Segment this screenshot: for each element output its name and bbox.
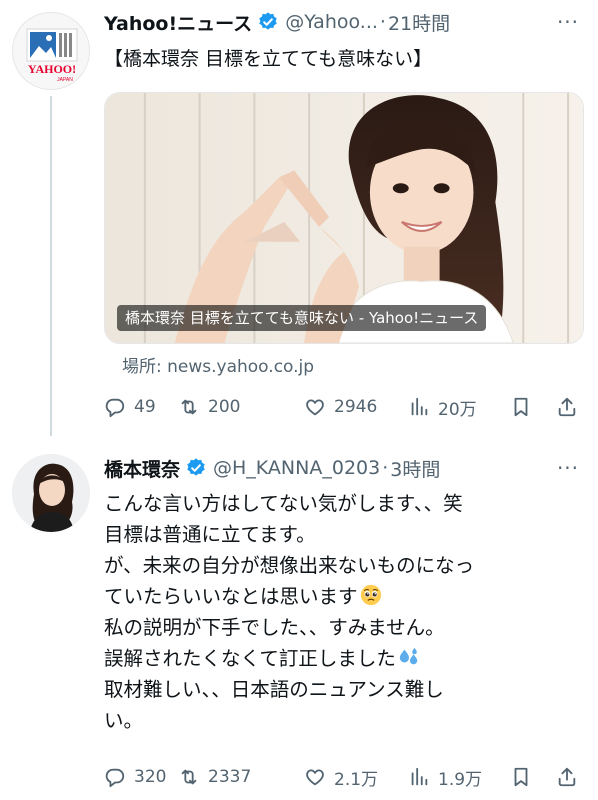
retweet-button[interactable]: 2337 xyxy=(178,762,251,792)
views-button[interactable]: 20万 xyxy=(408,392,477,422)
retweet-icon xyxy=(181,399,197,415)
avatar[interactable]: YAHOO! JAPAN xyxy=(12,12,90,90)
retweet-count: 2337 xyxy=(208,767,252,787)
retweet-count: 200 xyxy=(208,397,241,417)
bookmark-icon xyxy=(514,397,528,417)
analytics-icon xyxy=(411,767,428,786)
tweet-line: こんな言い方はしてない気がします、、笑 xyxy=(104,492,463,515)
tweet-header: 橋本環奈 @H_KANNA_0203 · 3時間 ··· xyxy=(104,454,586,482)
tweet-line-with-emoji: ていたらいいなとは思います xyxy=(104,581,574,612)
bookmark-button[interactable] xyxy=(510,392,532,422)
view-count: 20万 xyxy=(438,399,477,420)
reply-button[interactable]: 320 xyxy=(104,762,166,792)
like-button[interactable]: 2946 xyxy=(304,392,377,422)
action-bar: 320 2337 2.1万 1.9万 xyxy=(104,762,586,792)
verified-badge-icon xyxy=(259,12,277,30)
card-caption: 橋本環奈 目標を立てても意味ない - Yahoo!ニュース xyxy=(117,305,487,331)
author-handle[interactable]: @H_KANNA_0203 xyxy=(213,457,380,479)
svg-text:JAPAN: JAPAN xyxy=(57,77,73,83)
bookmark-icon xyxy=(514,767,528,787)
tweet-line: 目標は普通に立てます。 xyxy=(104,523,316,546)
reply-button[interactable]: 49 xyxy=(104,392,156,422)
tweet-line-text: ていたらいいなとは思います xyxy=(104,585,358,608)
tweet-line: が、未来の自分が想像出来ないものになっ xyxy=(104,554,475,577)
profile-photo xyxy=(12,454,90,532)
tweet-line: い。 xyxy=(104,709,144,732)
tweet-line-with-emoji: 誤解されたくなくて訂正しました xyxy=(104,643,574,674)
tweet-line-text: 誤解されたくなくて訂正しました xyxy=(104,647,396,670)
separator-dot: · xyxy=(379,11,386,33)
analytics-icon xyxy=(411,397,428,416)
tweet-line: 私の説明が下手でした、、すみません。 xyxy=(104,616,445,639)
tweet-reply-hashimoto[interactable]: 橋本環奈 @H_KANNA_0203 · 3時間 ··· こんな言い方はしてない… xyxy=(0,440,598,800)
more-options-icon[interactable]: ··· xyxy=(554,8,582,36)
author-name[interactable]: Yahoo!ニュース xyxy=(104,9,252,36)
like-count: 2946 xyxy=(334,397,378,417)
share-button[interactable] xyxy=(556,762,578,792)
author-name[interactable]: 橋本環奈 xyxy=(104,455,180,482)
more-options-icon[interactable]: ··· xyxy=(554,454,582,482)
link-source[interactable]: 場所: news.yahoo.co.jp xyxy=(122,352,314,377)
verified-badge-icon xyxy=(187,458,205,476)
tweet-text: 【橋本環奈 目標を立てても意味ない】 xyxy=(104,48,433,70)
tweet-header: Yahoo!ニュース @Yahoo... · 21時間 ··· xyxy=(104,8,586,36)
reply-icon xyxy=(105,768,125,788)
action-bar: 49 200 2946 20万 xyxy=(104,392,586,422)
timestamp[interactable]: 21時間 xyxy=(388,9,450,36)
retweet-button[interactable]: 200 xyxy=(178,392,240,422)
share-button[interactable] xyxy=(556,392,578,422)
share-icon xyxy=(558,767,576,787)
share-icon xyxy=(558,397,576,417)
reply-count: 49 xyxy=(134,397,156,417)
view-count: 1.9万 xyxy=(438,769,483,790)
like-button[interactable]: 2.1万 xyxy=(304,762,378,792)
pleading-face-emoji-icon xyxy=(360,584,381,606)
yahoo-news-logo: YAHOO! JAPAN xyxy=(13,13,89,89)
heart-icon xyxy=(306,769,324,786)
svg-text:YAHOO!: YAHOO! xyxy=(28,62,76,76)
author-handle[interactable]: @Yahoo... xyxy=(285,11,378,33)
tweet-text: こんな言い方はしてない気がします、、笑 目標は普通に立てます。 が、未来の自分が… xyxy=(104,488,574,736)
sweat-droplets-emoji-icon xyxy=(399,647,418,665)
avatar[interactable] xyxy=(12,454,90,532)
views-button[interactable]: 1.9万 xyxy=(408,762,482,792)
reply-icon xyxy=(105,398,125,418)
timestamp[interactable]: 3時間 xyxy=(390,455,440,482)
link-card[interactable]: 橋本環奈 目標を立てても意味ない - Yahoo!ニュース xyxy=(104,92,584,344)
bookmark-button[interactable] xyxy=(510,762,532,792)
separator-dot: · xyxy=(382,457,389,479)
retweet-icon xyxy=(181,769,197,785)
tweet-line: 取材難しい、、日本語のニュアンス難し xyxy=(104,678,444,701)
like-count: 2.1万 xyxy=(334,769,379,790)
reply-count: 320 xyxy=(134,767,167,787)
heart-icon xyxy=(306,399,324,416)
tweet-yahoo-news[interactable]: YAHOO! JAPAN Yahoo!ニュース @Yahoo... · 21時間… xyxy=(0,0,598,440)
